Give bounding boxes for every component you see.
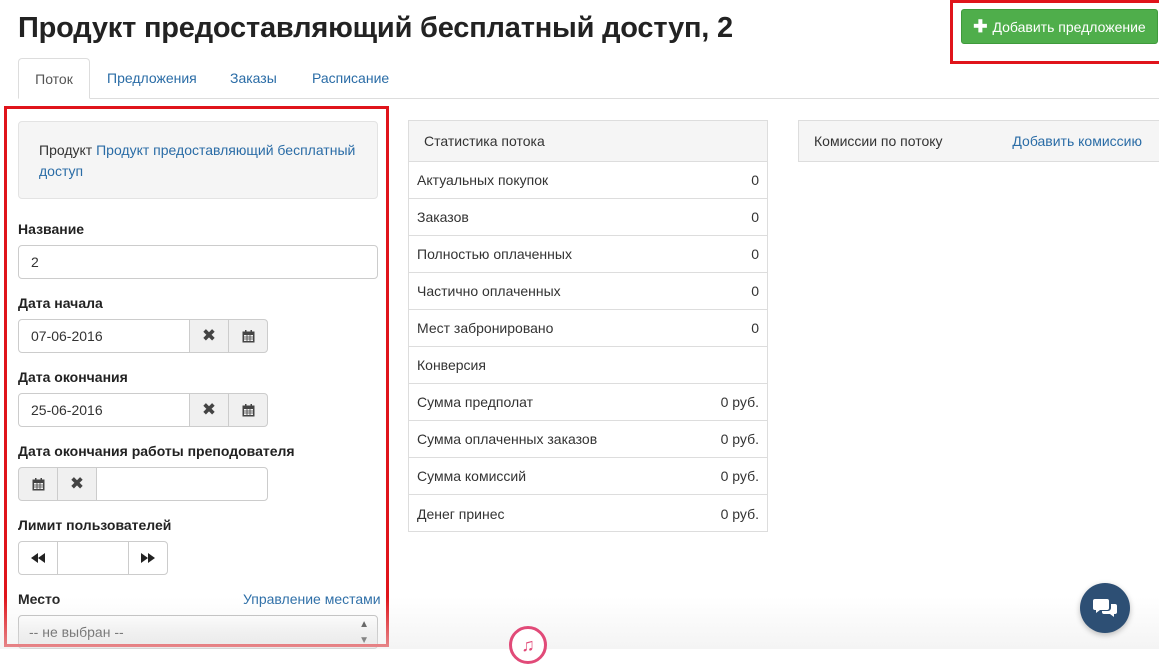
stats-row: Сумма комиссий 0 руб.	[409, 458, 767, 495]
add-commission-link[interactable]: Добавить комиссию	[1012, 133, 1142, 149]
times-icon: ✖	[69, 474, 85, 493]
name-label: Название	[18, 221, 85, 237]
teacher-end-date-input[interactable]	[96, 467, 268, 501]
calendar-icon	[32, 477, 44, 490]
backward-icon	[31, 553, 45, 563]
stats-row: Актуальных покупок 0	[409, 162, 767, 199]
stats-value: 0 руб.	[720, 394, 759, 410]
tab-schedule[interactable]: Расписание	[312, 58, 389, 99]
stats-value: 0	[751, 283, 759, 299]
calendar-icon	[242, 403, 254, 416]
times-icon: ✖	[201, 326, 217, 345]
stats-label: Заказов	[417, 209, 469, 225]
commissions-panel: Комиссии по потоку Добавить комиссию	[798, 120, 1159, 162]
tab-offers[interactable]: Предложения	[107, 58, 197, 99]
flow-stats-panel: Статистика потока Актуальных покупок 0 За…	[408, 120, 768, 532]
flow-stats-title: Статистика потока	[409, 121, 767, 162]
times-icon: ✖	[201, 400, 217, 419]
stats-row: Мест забронировано 0	[409, 310, 767, 347]
teacher-end-calendar-button[interactable]	[18, 467, 58, 501]
stats-label: Частично оплаченных	[417, 283, 561, 299]
user-limit-input[interactable]	[57, 541, 129, 575]
stats-value: 0	[751, 172, 759, 188]
add-offer-button[interactable]: ✚ Добавить предложение	[961, 9, 1158, 44]
start-date-label: Дата начала	[18, 295, 103, 311]
chat-bubbles-icon	[1093, 599, 1117, 617]
stats-label: Конверсия	[417, 357, 486, 373]
end-date-clear-button[interactable]: ✖	[189, 393, 229, 427]
end-date-calendar-button[interactable]	[228, 393, 268, 427]
stats-label: Полностью оплаченных	[417, 246, 572, 262]
stats-row: Полностью оплаченных 0	[409, 236, 767, 273]
tab-orders[interactable]: Заказы	[230, 58, 277, 99]
teacher-end-date-label: Дата окончания работы преподователя	[18, 443, 295, 459]
product-info-box: Продукт Продукт предоставляющий бесплатн…	[18, 121, 378, 199]
stats-row: Сумма оплаченных заказов 0 руб.	[409, 421, 767, 458]
user-limit-decrease-button[interactable]	[18, 541, 58, 575]
stats-label: Сумма предполат	[417, 394, 534, 410]
stats-label: Сумма оплаченных заказов	[417, 431, 598, 447]
user-limit-increase-button[interactable]	[128, 541, 168, 575]
page-title: Продукт предоставляющий бесплатный досту…	[18, 12, 733, 44]
stats-value: 0 руб.	[720, 505, 759, 522]
calendar-icon	[242, 329, 254, 342]
tab-flow[interactable]: Поток	[18, 58, 90, 99]
place-label: Место	[18, 591, 61, 607]
music-note-icon[interactable]: ♫	[509, 626, 547, 664]
stats-row: Конверсия	[409, 347, 767, 384]
start-date-input[interactable]	[18, 319, 190, 353]
stats-label: Актуальных покупок	[417, 172, 549, 188]
stats-label: Сумма комиссий	[417, 468, 527, 484]
stats-value: 0	[751, 246, 759, 262]
stats-row: Частично оплаченных 0	[409, 273, 767, 310]
stats-value: 0	[751, 209, 759, 225]
tab-bar: Поток Предложения Заказы Расписание	[18, 58, 1159, 99]
stats-label: Мест забронировано	[417, 320, 554, 336]
user-limit-label: Лимит пользователей	[18, 517, 172, 533]
forward-icon	[141, 553, 155, 563]
start-date-clear-button[interactable]: ✖	[189, 319, 229, 353]
start-date-calendar-button[interactable]	[228, 319, 268, 353]
stats-label: Денег принес	[417, 505, 505, 522]
stats-row: Денег принес 0 руб.	[409, 495, 767, 532]
place-select[interactable]: -- не выбран -- ▲ ▼	[18, 615, 378, 649]
name-input[interactable]	[18, 245, 378, 279]
end-date-input[interactable]	[18, 393, 190, 427]
manage-places-link[interactable]: Управление местами	[243, 591, 381, 607]
plus-icon: ✚	[973, 17, 988, 36]
stats-value: 0 руб.	[720, 431, 759, 447]
stats-row: Заказов 0	[409, 199, 767, 236]
add-offer-label: Добавить предложение	[992, 18, 1146, 35]
select-arrows-icon: ▲ ▼	[359, 619, 369, 646]
place-select-value: -- не выбран --	[29, 624, 124, 640]
end-date-label: Дата окончания	[18, 369, 128, 385]
teacher-end-clear-button[interactable]: ✖	[57, 467, 97, 501]
commissions-title: Комиссии по потоку	[814, 133, 943, 149]
stats-value: 0 руб.	[720, 468, 759, 484]
product-prefix: Продукт	[39, 142, 93, 158]
chat-widget-button[interactable]	[1080, 583, 1130, 633]
stats-row: Сумма предполат 0 руб.	[409, 384, 767, 421]
stats-value: 0	[751, 320, 759, 336]
